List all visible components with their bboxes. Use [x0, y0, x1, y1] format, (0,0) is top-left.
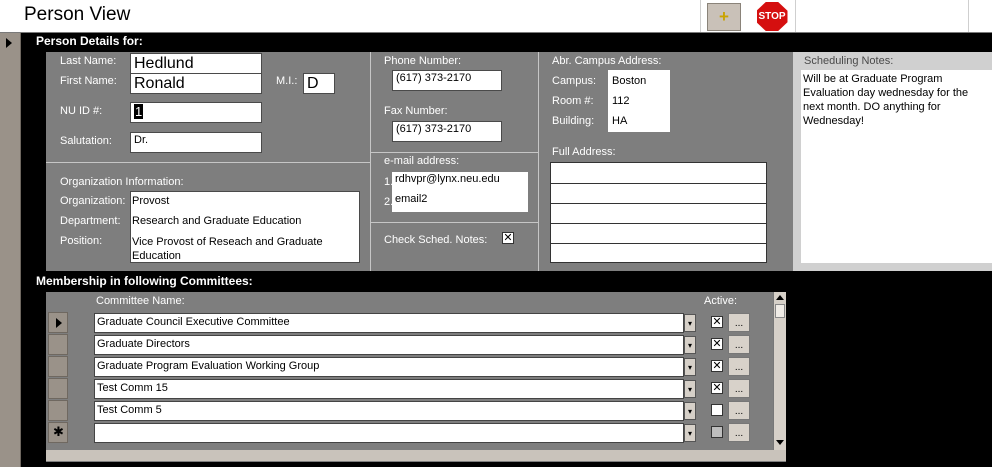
check-sched-label: Check Sched. Notes: [384, 234, 488, 246]
scroll-down-icon[interactable] [776, 440, 784, 445]
committees-hscrollbar[interactable] [46, 450, 786, 461]
nu-id-label: NU ID #: [60, 105, 103, 117]
dropdown-arrow-icon[interactable]: ▾ [684, 358, 696, 376]
email-1-field[interactable]: rdhvpr@lynx.neu.edu [392, 172, 528, 192]
building-field[interactable]: HA [612, 115, 627, 127]
committees-heading: Membership in following Committees: [36, 274, 253, 288]
person-details-heading: Person Details for: [36, 34, 143, 48]
active-checkbox[interactable] [711, 404, 723, 416]
toolbar-separator [795, 0, 796, 32]
committees-scrollbar[interactable] [773, 292, 786, 450]
email-2-field[interactable]: email2 [392, 192, 528, 212]
org-info-label: Organization Information: [60, 176, 184, 188]
divider [370, 52, 371, 271]
row-selector[interactable] [48, 400, 68, 421]
committee-name-combo[interactable]: Test Comm 15 [94, 379, 684, 399]
last-name-field[interactable]: Hedlund [130, 53, 262, 74]
committee-details-button[interactable]: ... [728, 401, 750, 420]
title-bar [0, 0, 992, 32]
divider [538, 52, 539, 271]
campus-address-label: Abr. Campus Address: [552, 55, 662, 67]
salutation-label: Salutation: [60, 135, 112, 147]
scheduling-notes-label: Scheduling Notes: [804, 55, 894, 67]
department-field[interactable]: Research and Graduate Education [132, 215, 301, 227]
room-field[interactable]: 112 [612, 95, 630, 107]
new-record-icon: ✱ [53, 424, 64, 439]
active-checkbox[interactable]: ✕ [711, 360, 723, 372]
record-pointer-icon [56, 318, 62, 328]
active-checkbox[interactable]: ✕ [711, 316, 723, 328]
committee-details-button[interactable]: ... [728, 379, 750, 398]
record-selector[interactable] [0, 33, 21, 467]
committee-details-button[interactable]: ... [728, 313, 750, 332]
row-selector[interactable] [48, 356, 68, 377]
committee-name-header: Committee Name: [96, 295, 185, 307]
fax-label: Fax Number: [384, 105, 448, 117]
room-label: Room #: [552, 95, 594, 107]
divider [371, 222, 538, 223]
full-address-box[interactable] [550, 162, 767, 263]
add-icon: + [719, 7, 729, 26]
nu-id-field[interactable]: 1 [130, 102, 262, 123]
dropdown-arrow-icon[interactable]: ▾ [684, 424, 696, 442]
dropdown-arrow-icon[interactable]: ▾ [684, 380, 696, 398]
campus-field[interactable]: Boston [612, 75, 646, 87]
active-checkbox[interactable] [711, 426, 723, 438]
last-name-label: Last Name: [60, 55, 117, 67]
divider [371, 152, 538, 153]
committee-name-combo[interactable]: Graduate Directors [94, 335, 684, 355]
committee-name-combo[interactable] [94, 423, 684, 443]
campus-label: Campus: [552, 75, 597, 87]
row-selector[interactable] [48, 334, 68, 355]
scheduling-notes-field[interactable]: Will be at Graduate Program Evaluation d… [801, 70, 992, 263]
toolbar-separator [968, 0, 969, 32]
email-label: e-mail address: [384, 155, 460, 167]
check-sched-checkbox[interactable]: ✕ [502, 232, 514, 244]
active-checkbox[interactable]: ✕ [711, 338, 723, 350]
organization-field[interactable]: Provost [132, 195, 169, 207]
stop-icon: STOP [756, 2, 788, 31]
row-selector[interactable] [48, 378, 68, 399]
row-selector[interactable] [48, 312, 68, 333]
committee-details-button[interactable]: ... [728, 423, 750, 442]
committee-name-combo[interactable]: Graduate Council Executive Committee [94, 313, 684, 333]
dropdown-arrow-icon[interactable]: ▾ [684, 336, 696, 354]
salutation-field[interactable]: Dr. [130, 132, 262, 153]
position-label: Position: [60, 235, 103, 247]
mi-label: M.I.: [276, 75, 298, 87]
phone-field[interactable]: (617) 373-2170 [392, 70, 502, 91]
department-label: Department: [60, 215, 121, 227]
full-address-label: Full Address: [552, 146, 616, 158]
committee-details-button[interactable]: ... [728, 335, 750, 354]
toolbar-separator [700, 0, 701, 32]
committee-name-combo[interactable]: Test Comm 5 [94, 401, 684, 421]
committee-details-button[interactable]: ... [728, 357, 750, 376]
scroll-thumb[interactable] [775, 304, 785, 318]
fax-field[interactable]: (617) 373-2170 [392, 121, 502, 142]
active-header: Active: [704, 295, 738, 307]
divider [46, 162, 370, 163]
add-record-button[interactable]: + [707, 3, 741, 31]
scroll-up-icon[interactable] [776, 295, 784, 300]
window-title: Person View [24, 4, 131, 25]
phone-label: Phone Number: [384, 55, 462, 67]
divider [0, 32, 992, 33]
dropdown-arrow-icon[interactable]: ▾ [684, 314, 696, 332]
record-pointer-icon [6, 38, 12, 48]
stop-button[interactable]: STOP [756, 2, 788, 31]
committee-name-combo[interactable]: Graduate Program Evaluation Working Grou… [94, 357, 684, 377]
first-name-field[interactable]: Ronald [130, 73, 262, 94]
dropdown-arrow-icon[interactable]: ▾ [684, 402, 696, 420]
first-name-label: First Name: [60, 75, 117, 87]
active-checkbox[interactable]: ✕ [711, 382, 723, 394]
mi-field[interactable]: D [303, 73, 335, 94]
position-field[interactable]: Vice Provost of Reseach and Graduate Edu… [132, 235, 356, 263]
building-label: Building: [552, 115, 595, 127]
organization-label: Organization: [60, 195, 126, 207]
row-selector[interactable]: ✱ [48, 422, 68, 443]
